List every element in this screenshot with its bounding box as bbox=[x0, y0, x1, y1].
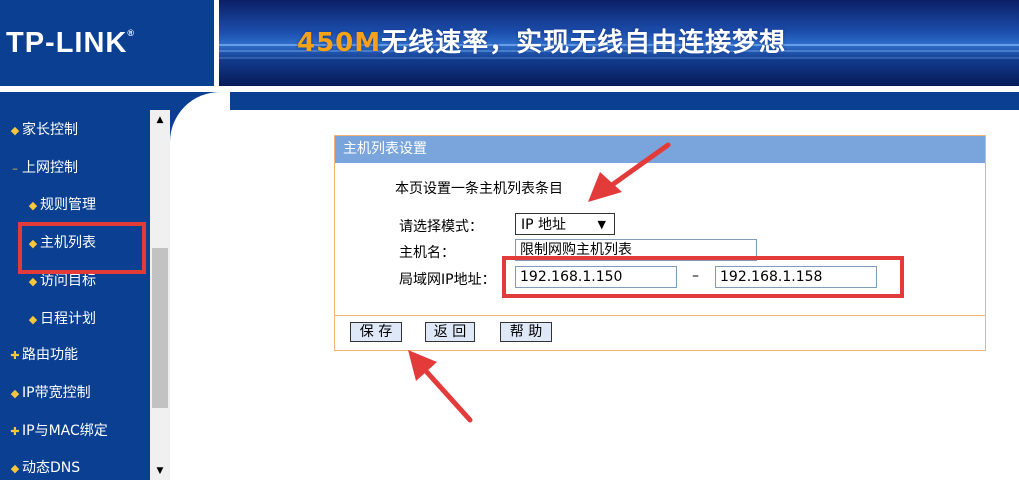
annotation-arrow-to-save bbox=[408, 350, 473, 423]
annotation-arrow-to-description bbox=[588, 142, 671, 202]
annotation-arrows bbox=[408, 142, 671, 423]
